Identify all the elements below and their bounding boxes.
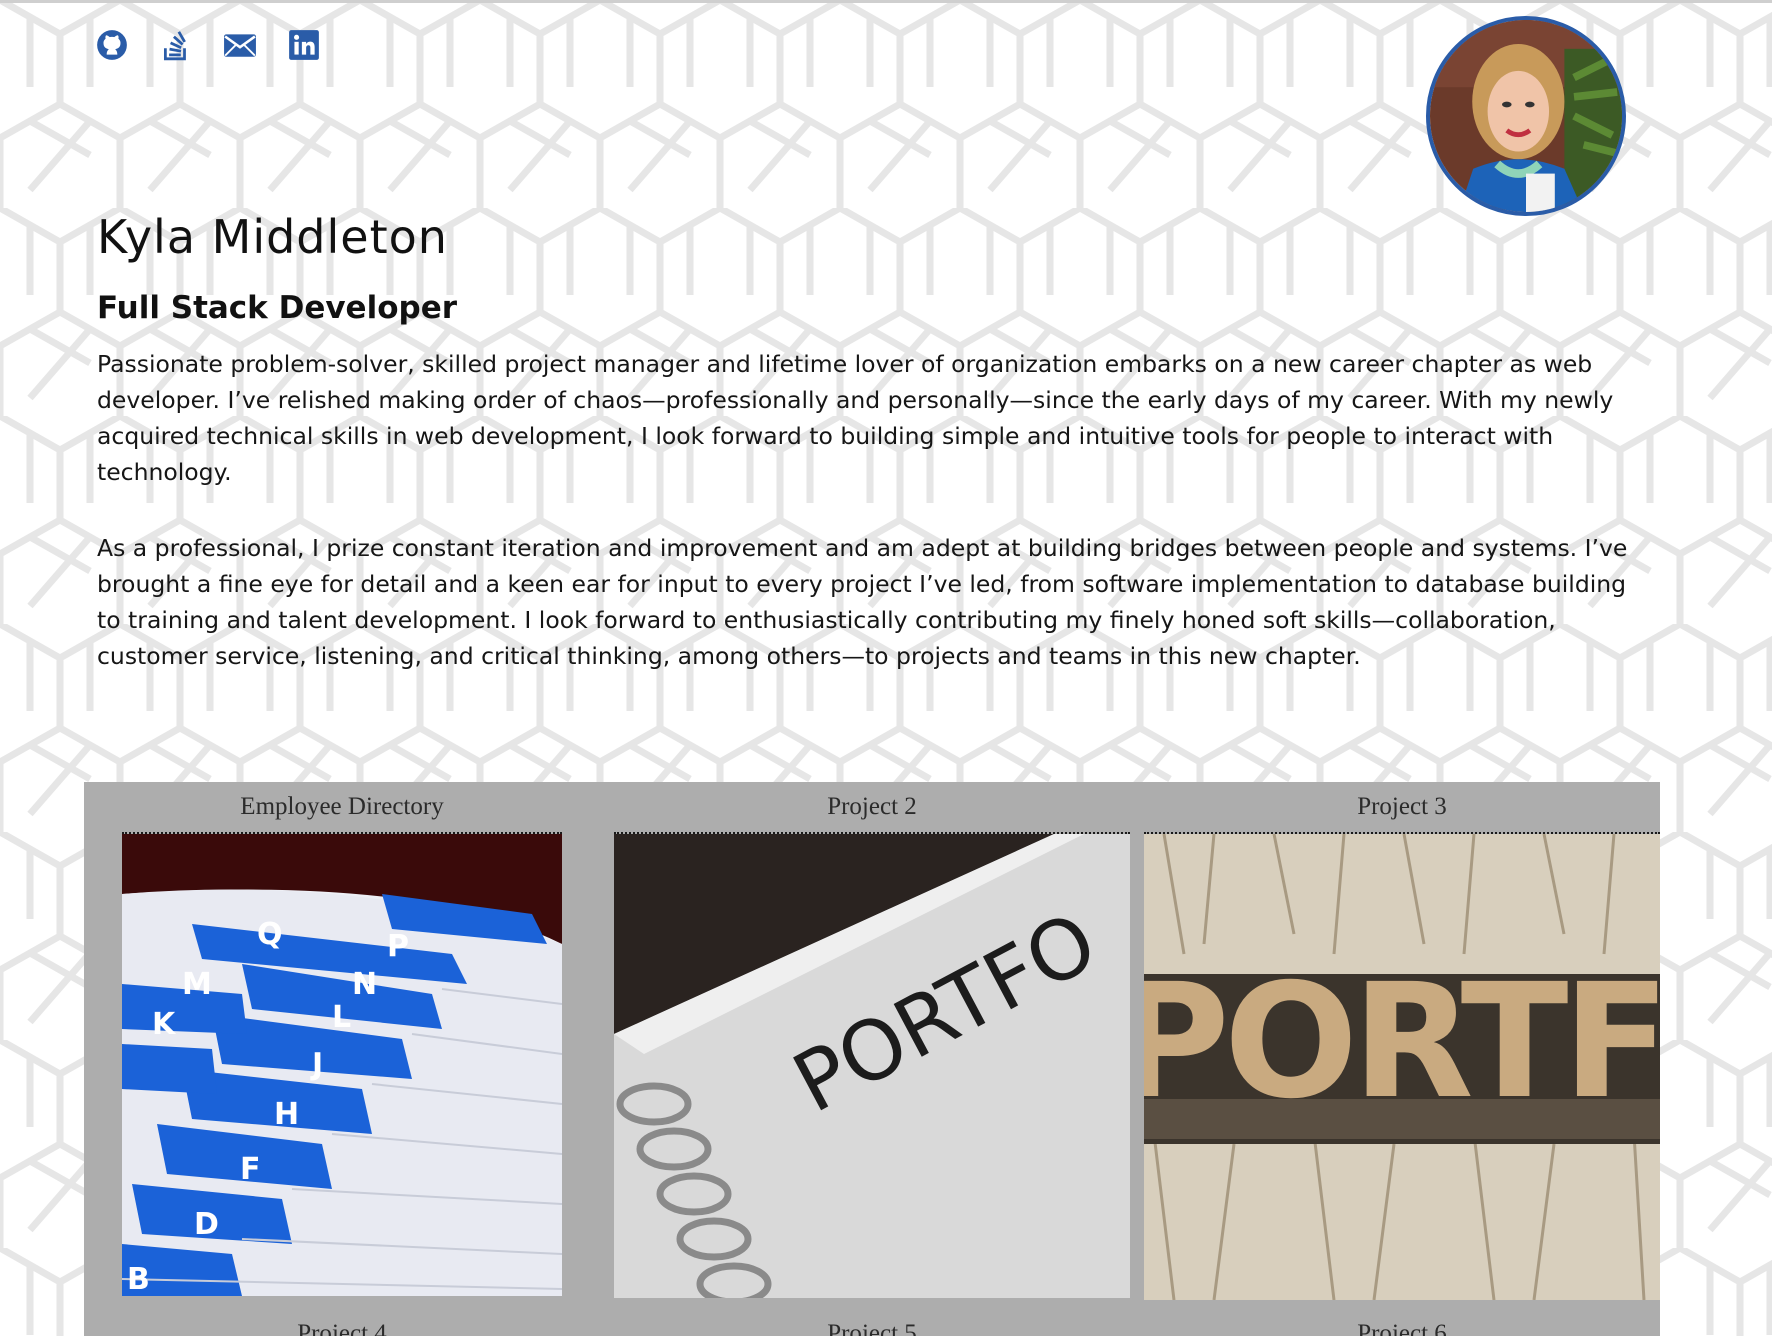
tab-letter: D xyxy=(194,1207,219,1242)
tab-letter: J xyxy=(310,1047,323,1082)
projects-row-2: Project 4 Project 5 Project 6 xyxy=(84,1320,1660,1336)
project-title[interactable]: Project 5 xyxy=(652,1320,1092,1336)
stackoverflow-link[interactable] xyxy=(159,28,193,62)
tab-letter: F xyxy=(240,1152,261,1187)
letterpress-word: PORTFOLIO xyxy=(1144,950,1660,1134)
mail-icon xyxy=(224,34,256,57)
top-border xyxy=(0,0,1772,3)
profile-name: Kyla Middleton xyxy=(97,210,448,264)
social-links xyxy=(95,28,321,62)
tab-letter: L xyxy=(332,1000,351,1035)
project-title[interactable]: Project 4 xyxy=(122,1320,562,1336)
profile-photo-avatar xyxy=(1426,16,1626,216)
github-icon xyxy=(97,30,127,60)
tab-letter: H xyxy=(274,1097,299,1132)
stackoverflow-icon xyxy=(163,31,186,61)
project-title[interactable]: Project 6 xyxy=(1182,1320,1622,1336)
projects-panel: Employee Directory B D F H J L K N M P Q… xyxy=(84,782,1660,1336)
email-link[interactable] xyxy=(223,28,257,62)
tab-letter: Q xyxy=(257,917,283,952)
tab-letter: M xyxy=(182,967,212,1002)
tab-letter: K xyxy=(152,1007,177,1042)
bio-section: Passionate problem-solver, skilled proje… xyxy=(97,346,1657,714)
linkedin-link[interactable] xyxy=(287,28,321,62)
project-title[interactable]: Project 3 xyxy=(1144,782,1660,834)
project-thumbnail-file-tabs[interactable]: B D F H J L K N M P Q xyxy=(122,834,562,1296)
project-card-2[interactable]: Project 2 PORTFO xyxy=(614,782,1130,1298)
project-thumbnail-letterpress[interactable]: PORTFOLIO xyxy=(1144,834,1660,1300)
bio-paragraph: Passionate problem-solver, skilled proje… xyxy=(97,350,1614,486)
bio-paragraph: As a professional, I prize constant iter… xyxy=(97,534,1628,670)
tab-letter: N xyxy=(352,967,377,1002)
project-thumbnail-notebook[interactable]: PORTFO xyxy=(614,834,1130,1298)
profile-role: Full Stack Developer xyxy=(97,290,458,326)
linkedin-icon xyxy=(289,30,319,60)
tab-letter: P xyxy=(387,929,409,964)
project-card-3[interactable]: Project 3 PORTFOLIO xyxy=(1144,782,1660,1300)
github-link[interactable] xyxy=(95,28,129,62)
project-title[interactable]: Project 2 xyxy=(614,782,1130,834)
tab-letter: B xyxy=(127,1262,150,1296)
project-title[interactable]: Employee Directory xyxy=(122,782,562,834)
project-card-employee-directory[interactable]: Employee Directory B D F H J L K N M P Q xyxy=(122,782,562,1296)
